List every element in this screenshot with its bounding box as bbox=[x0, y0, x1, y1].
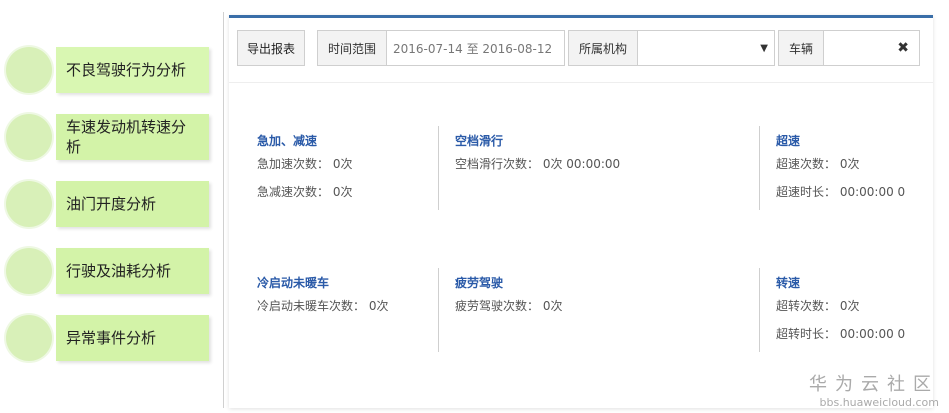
menu-item-bullet bbox=[6, 315, 52, 361]
stat-row: 超转次数： 0次 bbox=[776, 299, 860, 313]
vehicle-label: 车辆 bbox=[779, 31, 825, 65]
menu-item-label: 不良驾驶行为分析 bbox=[56, 47, 209, 93]
time-range-input[interactable]: 2016-07-14 至 2016-08-12 bbox=[387, 31, 564, 65]
group-overspeed: 超速 超速次数： 0次 超速时长： 00:00:00 0 bbox=[776, 132, 926, 206]
group-separator bbox=[759, 268, 760, 352]
group-fatigue: 疲劳驾驶 疲劳驾驶次数： 0次 bbox=[455, 274, 755, 320]
group-cold-start: 冷启动未暖车 冷启动未暖车次数： 0次 bbox=[257, 274, 437, 320]
stat-row: 急加速次数： 0次 bbox=[257, 157, 353, 171]
group-coasting: 空档滑行 空档滑行次数： 0次 00:00:00 bbox=[455, 132, 755, 178]
report-panel: 导出报表 时间范围 2016-07-14 至 2016-08-12 所属机构 ▼… bbox=[229, 15, 933, 408]
analysis-menu: 不良驾驶行为分析 车速发动机转速分析 油门开度分析 行驶及油耗分析 异常事件分析 bbox=[0, 0, 230, 413]
menu-item-speed-rpm[interactable]: 车速发动机转速分析 bbox=[4, 112, 209, 162]
group-accel-decel: 急加、减速 急加速次数： 0次 急减速次数： 0次 bbox=[257, 132, 437, 206]
filter-toolbar: 导出报表 时间范围 2016-07-14 至 2016-08-12 所属机构 ▼… bbox=[237, 30, 927, 66]
frame-divider bbox=[223, 12, 224, 408]
caret-down-icon[interactable]: ▼ bbox=[760, 31, 774, 65]
stat-row: 急减速次数： 0次 bbox=[257, 185, 353, 199]
group-title: 超速 bbox=[776, 134, 801, 148]
menu-item-throttle[interactable]: 油门开度分析 bbox=[4, 179, 209, 229]
group-title: 冷启动未暖车 bbox=[257, 276, 330, 290]
toolbar-divider bbox=[229, 82, 933, 83]
organization-value[interactable] bbox=[638, 31, 760, 65]
time-range-label: 时间范围 bbox=[318, 31, 388, 65]
organization-label: 所属机构 bbox=[569, 31, 639, 65]
stat-row: 超速次数： 0次 bbox=[776, 157, 860, 171]
watermark-en: bbs.huaweicloud.com bbox=[819, 396, 939, 409]
group-rpm: 转速 超转次数： 0次 超转时长： 00:00:00 0 bbox=[776, 274, 926, 348]
stat-row: 疲劳驾驶次数： 0次 bbox=[455, 299, 563, 313]
vehicle-field[interactable]: 车辆 ✖ bbox=[778, 30, 920, 66]
menu-item-label: 行驶及油耗分析 bbox=[56, 248, 209, 294]
clear-icon[interactable]: ✖ bbox=[897, 31, 919, 65]
group-title: 转速 bbox=[776, 276, 801, 290]
group-title: 急加、减速 bbox=[257, 134, 318, 148]
menu-item-bad-driving[interactable]: 不良驾驶行为分析 bbox=[4, 45, 209, 95]
menu-item-abnormal[interactable]: 异常事件分析 bbox=[4, 313, 209, 363]
time-range-field[interactable]: 时间范围 2016-07-14 至 2016-08-12 bbox=[317, 30, 565, 66]
menu-item-label: 异常事件分析 bbox=[56, 315, 209, 361]
menu-item-label: 油门开度分析 bbox=[56, 181, 209, 227]
group-separator bbox=[438, 126, 439, 210]
menu-item-bullet bbox=[6, 181, 52, 227]
group-title: 疲劳驾驶 bbox=[455, 276, 504, 290]
menu-item-fuel[interactable]: 行驶及油耗分析 bbox=[4, 246, 209, 296]
stat-row: 冷启动未暖车次数： 0次 bbox=[257, 299, 389, 313]
menu-item-bullet bbox=[6, 114, 52, 160]
organization-select[interactable]: 所属机构 ▼ bbox=[568, 30, 775, 66]
group-separator bbox=[759, 126, 760, 210]
group-separator bbox=[438, 268, 439, 352]
stat-row: 超转时长： 00:00:00 0 bbox=[776, 327, 906, 341]
menu-item-bullet bbox=[6, 47, 52, 93]
watermark-cn: 华为云社区 bbox=[809, 374, 939, 395]
export-report-button[interactable]: 导出报表 bbox=[237, 30, 305, 66]
vehicle-input[interactable] bbox=[824, 31, 897, 65]
group-title: 空档滑行 bbox=[455, 134, 504, 148]
stat-row: 超速时长： 00:00:00 0 bbox=[776, 185, 906, 199]
stat-row: 空档滑行次数： 0次 00:00:00 bbox=[455, 157, 621, 171]
menu-item-label: 车速发动机转速分析 bbox=[56, 114, 209, 160]
menu-item-bullet bbox=[6, 248, 52, 294]
watermark: 华为云社区 bbs.huaweicloud.com bbox=[809, 370, 939, 409]
